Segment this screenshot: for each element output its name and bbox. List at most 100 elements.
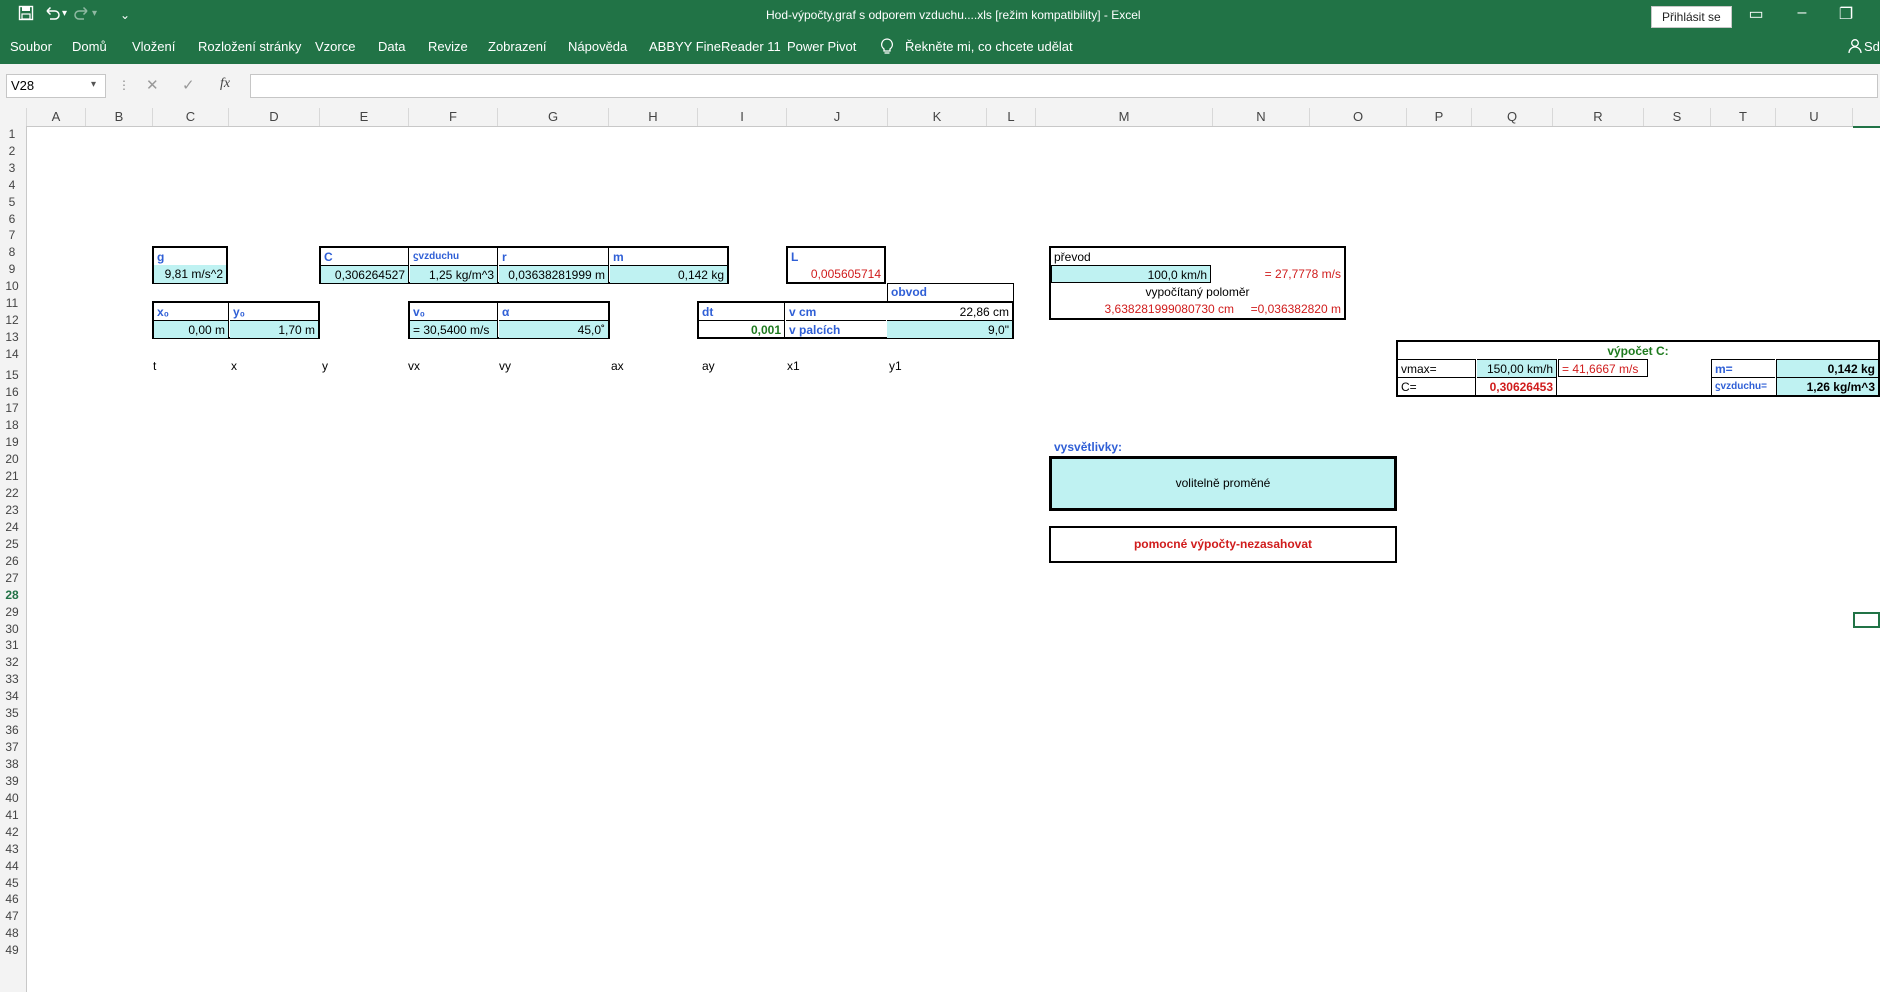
tab-insert[interactable]: Vložení xyxy=(132,39,175,54)
row-header[interactable]: 45 xyxy=(0,875,24,892)
row-header[interactable]: 21 xyxy=(0,468,24,485)
row-header[interactable]: 20 xyxy=(0,451,24,468)
row-header[interactable]: 6 xyxy=(0,211,24,228)
undo-dropdown-icon[interactable]: ▾ xyxy=(62,8,67,19)
column-header[interactable]: S xyxy=(1644,108,1711,126)
row-header[interactable]: 7 xyxy=(0,227,24,244)
column-header[interactable]: L xyxy=(987,108,1036,126)
row-header[interactable]: 15 xyxy=(0,367,24,384)
r-value[interactable]: 0,03638281999 m xyxy=(499,265,609,283)
y0-value[interactable]: 1,70 m xyxy=(230,320,318,338)
row-header[interactable]: 37 xyxy=(0,739,24,756)
row-header[interactable]: 49 xyxy=(0,942,24,959)
tab-review[interactable]: Revize xyxy=(428,39,468,54)
row-header[interactable]: 9 xyxy=(0,261,24,278)
column-header[interactable]: M xyxy=(1036,108,1213,126)
row-header[interactable]: 14 xyxy=(0,346,24,363)
v0-value[interactable]: = 30,5400 m/s xyxy=(410,320,498,338)
row-header[interactable]: 46 xyxy=(0,891,24,908)
row-header[interactable]: 13 xyxy=(0,329,24,346)
chevron-down-icon[interactable]: ▾ xyxy=(91,79,96,90)
column-header[interactable]: U xyxy=(1776,108,1853,126)
share-button[interactable]: Sd xyxy=(1864,39,1880,54)
row-header[interactable]: 38 xyxy=(0,756,24,773)
x0-value[interactable]: 0,00 m xyxy=(154,320,229,338)
row-header[interactable]: 43 xyxy=(0,841,24,858)
tab-power-pivot[interactable]: Power Pivot xyxy=(787,39,856,54)
insert-function-icon[interactable]: fx xyxy=(220,76,230,92)
column-header[interactable]: F xyxy=(409,108,498,126)
tab-view[interactable]: Zobrazení xyxy=(488,39,547,54)
g-value[interactable]: 9,81 m/s^2 xyxy=(154,265,226,283)
row-header[interactable]: 30 xyxy=(0,621,24,638)
user-icon[interactable] xyxy=(1848,38,1862,57)
column-header[interactable]: K xyxy=(888,108,987,126)
row-header[interactable]: 29 xyxy=(0,604,24,621)
row-header[interactable]: 32 xyxy=(0,654,24,671)
tab-file[interactable]: Soubor xyxy=(10,39,52,54)
sign-in-button[interactable]: Přihlásit se xyxy=(1651,6,1732,28)
row-header[interactable]: 12 xyxy=(0,312,24,329)
row-header[interactable]: 24 xyxy=(0,519,24,536)
row-header[interactable]: 11 xyxy=(0,295,24,312)
sheet-grid[interactable]: g 9,81 m/s^2 C ϛvzduchu r m 0,306264527 … xyxy=(27,126,1880,992)
row-header[interactable]: 16 xyxy=(0,384,24,401)
save-icon[interactable] xyxy=(18,5,34,27)
vypocet-rho-value[interactable]: 1,26 kg/m^3 xyxy=(1776,377,1878,395)
row-header[interactable]: 22 xyxy=(0,485,24,502)
column-header[interactable]: C xyxy=(153,108,229,126)
restore-icon[interactable]: ❐ xyxy=(1826,4,1866,24)
row-header[interactable]: 2 xyxy=(0,143,24,160)
selected-cell[interactable] xyxy=(1853,612,1880,628)
alpha-value[interactable]: 45,0˚ xyxy=(499,320,608,338)
tab-data[interactable]: Data xyxy=(378,39,405,54)
column-header[interactable]: J xyxy=(787,108,888,126)
formula-input[interactable] xyxy=(250,74,1878,98)
tab-home[interactable]: Domů xyxy=(72,39,107,54)
column-header[interactable]: I xyxy=(698,108,787,126)
row-header[interactable]: 3 xyxy=(0,160,24,177)
rho-value[interactable]: 1,25 kg/m^3 xyxy=(410,265,498,283)
redo-dropdown-icon[interactable]: ▾ xyxy=(92,8,97,19)
row-header[interactable]: 31 xyxy=(0,637,24,654)
row-header[interactable]: 19 xyxy=(0,434,24,451)
row-header[interactable]: 27 xyxy=(0,570,24,587)
column-header[interactable]: B xyxy=(86,108,153,126)
redo-icon[interactable] xyxy=(74,5,90,27)
row-header[interactable]: 23 xyxy=(0,502,24,519)
row-header[interactable]: 48 xyxy=(0,925,24,942)
row-header[interactable]: 10 xyxy=(0,278,24,295)
row-header[interactable]: 4 xyxy=(0,177,24,194)
tab-help[interactable]: Nápověda xyxy=(568,39,627,54)
column-header[interactable]: D xyxy=(229,108,320,126)
column-header[interactable]: R xyxy=(1553,108,1644,126)
ribbon-display-options-icon[interactable]: ▭ xyxy=(1736,4,1776,24)
column-header-v[interactable] xyxy=(1853,108,1880,128)
tab-page-layout[interactable]: Rozložení stránky xyxy=(198,39,301,54)
row-header[interactable]: 8 xyxy=(0,244,24,261)
row-header[interactable]: 25 xyxy=(0,536,24,553)
c-value[interactable]: 0,306264527 xyxy=(321,265,409,283)
column-header[interactable]: N xyxy=(1213,108,1310,126)
vpalcich-value[interactable]: 9,0" xyxy=(887,320,1012,338)
row-header[interactable]: 44 xyxy=(0,858,24,875)
row-header[interactable]: 35 xyxy=(0,705,24,722)
row-header[interactable]: 18 xyxy=(0,417,24,434)
column-header[interactable]: T xyxy=(1711,108,1776,126)
tab-abbyy[interactable]: ABBYY FineReader 11 xyxy=(649,39,781,54)
row-header[interactable]: 36 xyxy=(0,722,24,739)
row-header[interactable]: 28 xyxy=(0,587,24,604)
tab-formulas[interactable]: Vzorce xyxy=(315,39,355,54)
vmax-value[interactable]: 150,00 km/h xyxy=(1477,359,1557,377)
column-header[interactable]: Q xyxy=(1472,108,1553,126)
column-header[interactable]: G xyxy=(498,108,609,126)
column-header[interactable]: O xyxy=(1310,108,1407,126)
vypocet-m-value[interactable]: 0,142 kg xyxy=(1776,359,1878,377)
enter-check-icon[interactable]: ✓ xyxy=(182,76,195,94)
row-header[interactable]: 34 xyxy=(0,688,24,705)
prevod-kmh[interactable]: 100,0 km/h xyxy=(1051,265,1211,283)
row-header[interactable]: 40 xyxy=(0,790,24,807)
column-header[interactable]: E xyxy=(320,108,409,126)
row-header[interactable]: 39 xyxy=(0,773,24,790)
column-header[interactable]: P xyxy=(1407,108,1472,126)
